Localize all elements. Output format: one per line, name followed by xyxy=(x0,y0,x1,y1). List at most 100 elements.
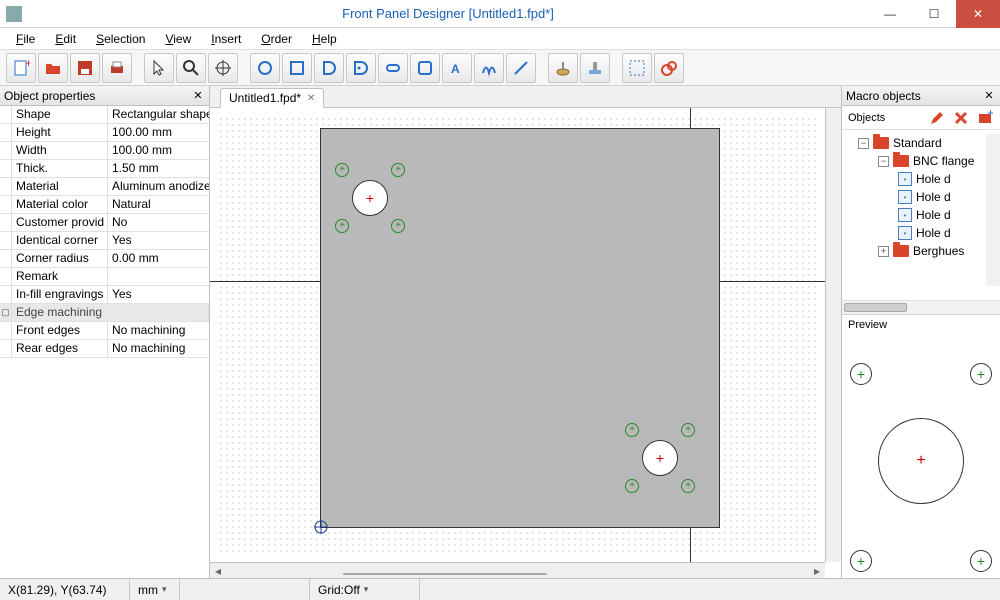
tool-open[interactable] xyxy=(38,53,68,83)
prop-value[interactable]: No machining xyxy=(108,322,209,339)
tool-curve[interactable] xyxy=(346,53,376,83)
tool-rounded[interactable] xyxy=(410,53,440,83)
drill-hole-small[interactable] xyxy=(681,479,695,493)
tree-row[interactable]: Hole d xyxy=(844,206,998,224)
object-properties-panel: Object properties ✕ ShapeRectangular sha… xyxy=(0,86,210,578)
macro-objects-close[interactable]: ✕ xyxy=(982,89,996,103)
prop-row[interactable]: In-fill engravingsYes xyxy=(0,286,209,304)
prop-row[interactable]: Height100.00 mm xyxy=(0,124,209,142)
hscroll-right[interactable]: ▸ xyxy=(809,563,825,579)
menu-view[interactable]: View xyxy=(157,30,199,48)
macro-tree[interactable]: −Standard−BNC flangeHole dHole dHole dHo… xyxy=(842,130,1000,300)
prop-row[interactable]: Remark xyxy=(0,268,209,286)
menu-selection[interactable]: Selection xyxy=(88,30,153,48)
prop-value[interactable]: Natural xyxy=(108,196,209,213)
canvas-hscroll[interactable]: ◂ ▸ xyxy=(210,562,825,578)
tree-expander[interactable]: − xyxy=(858,138,869,149)
menu-file[interactable]: File xyxy=(8,30,43,48)
tree-expander[interactable]: − xyxy=(878,156,889,167)
tool-slot[interactable] xyxy=(378,53,408,83)
tool-studs[interactable] xyxy=(580,53,610,83)
drill-hole-large[interactable]: + xyxy=(642,440,678,476)
tree-vscroll[interactable] xyxy=(986,134,1000,286)
hscroll-thumb[interactable] xyxy=(343,573,547,575)
menu-help[interactable]: Help xyxy=(304,30,345,48)
prop-row[interactable]: Rear edgesNo machining xyxy=(0,340,209,358)
tool-print[interactable] xyxy=(102,53,132,83)
tool-rect[interactable] xyxy=(282,53,312,83)
prop-row[interactable]: Corner radius0.00 mm xyxy=(0,250,209,268)
prop-value[interactable]: No xyxy=(108,214,209,231)
prop-value[interactable]: 1.50 mm xyxy=(108,160,209,177)
node-icon xyxy=(898,208,912,222)
prop-value[interactable]: Yes xyxy=(108,286,209,303)
tool-save[interactable] xyxy=(70,53,100,83)
tree-row[interactable]: −BNC flange xyxy=(844,152,998,170)
prop-row[interactable]: Customer providNo xyxy=(0,214,209,232)
drill-hole-small[interactable] xyxy=(335,219,349,233)
prop-value[interactable]: 0.00 mm xyxy=(108,250,209,267)
prop-section[interactable]: ▢Edge machining xyxy=(0,304,209,322)
drill-hole-small[interactable] xyxy=(391,163,405,177)
tool-line[interactable] xyxy=(506,53,536,83)
tool-text[interactable]: A xyxy=(442,53,472,83)
prop-value[interactable]: 100.00 mm xyxy=(108,142,209,159)
tool-cavity[interactable] xyxy=(548,53,578,83)
drill-hole-small[interactable] xyxy=(391,219,405,233)
prop-value[interactable]: Yes xyxy=(108,232,209,249)
tool-new[interactable]: + xyxy=(6,53,36,83)
canvas-area: Untitled1.fpd* ✕ ++ ◂ ▸ xyxy=(210,86,842,578)
prop-value[interactable]: Rectangular shape xyxy=(108,106,209,123)
tree-row[interactable]: Hole d xyxy=(844,188,998,206)
drill-hole-large[interactable]: + xyxy=(352,180,388,216)
document-tab-close[interactable]: ✕ xyxy=(307,93,315,104)
tool-macro[interactable] xyxy=(654,53,684,83)
drill-hole-small[interactable] xyxy=(335,163,349,177)
tool-group[interactable] xyxy=(622,53,652,83)
tool-origin[interactable] xyxy=(208,53,238,83)
tree-expander[interactable]: + xyxy=(878,246,889,257)
folder-icon xyxy=(893,155,909,167)
prop-row[interactable]: Front edgesNo machining xyxy=(0,322,209,340)
tool-engraving[interactable] xyxy=(474,53,504,83)
prop-row[interactable]: Material colorNatural xyxy=(0,196,209,214)
macro-add-icon[interactable]: + xyxy=(976,109,994,127)
drill-hole-small[interactable] xyxy=(625,479,639,493)
prop-row[interactable]: MaterialAluminum anodized xyxy=(0,178,209,196)
prop-row[interactable]: Identical cornerYes xyxy=(0,232,209,250)
prop-value[interactable]: 100.00 mm xyxy=(108,124,209,141)
tool-pointer[interactable] xyxy=(144,53,174,83)
minimize-button[interactable]: — xyxy=(868,0,912,28)
tree-row[interactable]: Hole d xyxy=(844,170,998,188)
object-properties-close[interactable]: ✕ xyxy=(191,89,205,103)
prop-key: Identical corner xyxy=(12,232,108,249)
canvas-vscroll[interactable] xyxy=(825,108,841,562)
status-grid[interactable]: Grid:Off xyxy=(310,579,420,600)
hscroll-left[interactable]: ◂ xyxy=(210,563,226,579)
status-unit[interactable]: mm xyxy=(130,579,180,600)
drill-hole-small[interactable] xyxy=(681,423,695,437)
tree-row[interactable]: −Standard xyxy=(844,134,998,152)
prop-value[interactable]: Aluminum anodized xyxy=(108,178,209,195)
tree-hscroll[interactable] xyxy=(842,300,1000,314)
macro-edit-icon[interactable] xyxy=(928,109,946,127)
menu-insert[interactable]: Insert xyxy=(203,30,249,48)
document-tab[interactable]: Untitled1.fpd* ✕ xyxy=(220,88,324,108)
prop-row[interactable]: ShapeRectangular shape xyxy=(0,106,209,124)
maximize-button[interactable]: ☐ xyxy=(912,0,956,28)
macro-delete-icon[interactable] xyxy=(952,109,970,127)
menu-order[interactable]: Order xyxy=(253,30,300,48)
menu-edit[interactable]: Edit xyxy=(47,30,84,48)
tool-dshape[interactable] xyxy=(314,53,344,83)
prop-value[interactable]: No machining xyxy=(108,340,209,357)
prop-row[interactable]: Thick.1.50 mm xyxy=(0,160,209,178)
tool-zoom[interactable] xyxy=(176,53,206,83)
tool-circle[interactable] xyxy=(250,53,280,83)
canvas-viewport[interactable]: ++ xyxy=(210,108,825,562)
tree-row[interactable]: Hole d xyxy=(844,224,998,242)
drill-hole-small[interactable] xyxy=(625,423,639,437)
prop-row[interactable]: Width100.00 mm xyxy=(0,142,209,160)
prop-value[interactable] xyxy=(108,268,209,285)
close-button[interactable]: ✕ xyxy=(956,0,1000,28)
tree-row[interactable]: +Berghues xyxy=(844,242,998,260)
